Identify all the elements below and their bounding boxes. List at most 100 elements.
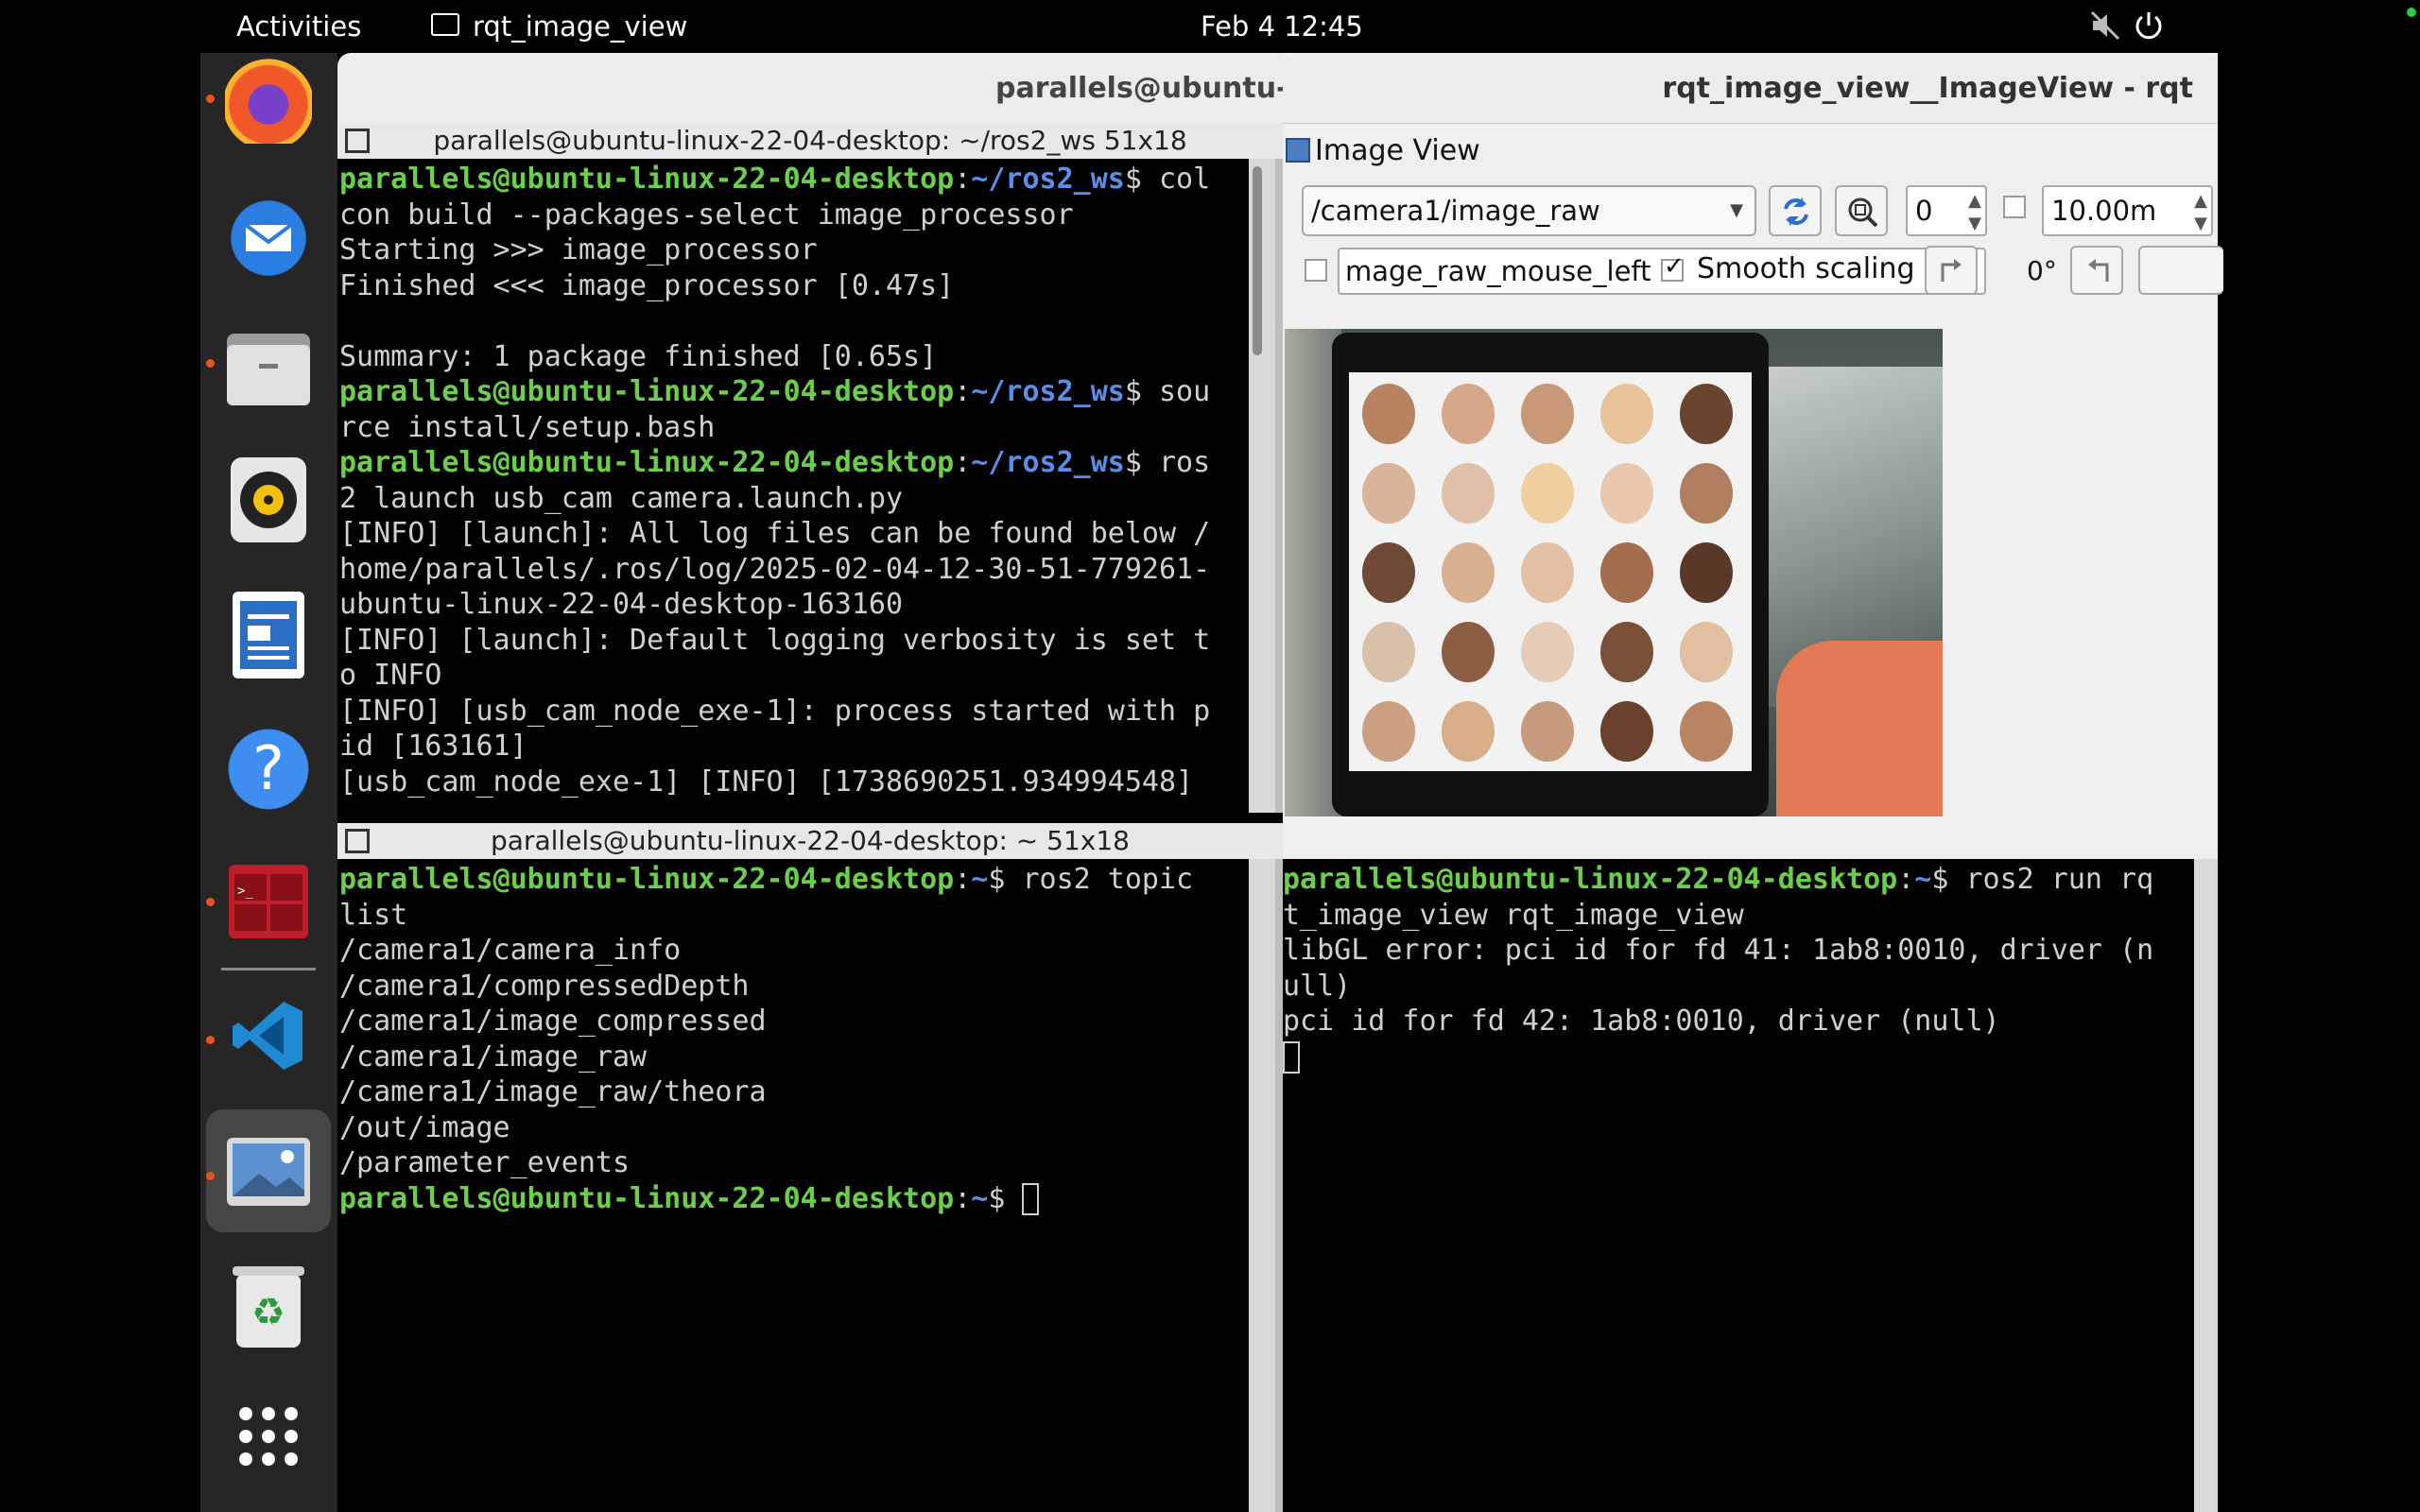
image-viewer-icon[interactable] <box>225 1128 312 1215</box>
mouse-topic-value: mage_raw_mouse_left <box>1345 255 1651 287</box>
rotation-label: 0° <box>2027 255 2057 286</box>
running-indicator <box>206 94 215 103</box>
scrollbar-thumb[interactable] <box>1253 166 1262 355</box>
terminal-window-title: parallels@ubuntu-li <box>995 72 1308 105</box>
rqt-titlebar[interactable]: rqt_image_view__ImageView - rqt <box>1283 53 2218 124</box>
power-icon[interactable] <box>2133 9 2165 42</box>
dynamic-range-checkbox[interactable] <box>2003 196 2026 218</box>
terminal-icon[interactable]: >_ <box>225 858 312 945</box>
terminal-line: parallels@ubuntu-linux-22-04-desktop:~/r… <box>339 162 1249 198</box>
terminal-top-scrollbar[interactable] <box>1249 159 1275 813</box>
split-pane-icon[interactable] <box>345 829 370 853</box>
firefox-icon[interactable] <box>225 57 312 144</box>
terminal-line: ull) <box>1283 969 2192 1005</box>
publish-click-checkbox[interactable] <box>1305 259 1327 282</box>
line-text: $ sou <box>1124 375 1211 408</box>
terminal-bottom-scrollbar[interactable] <box>1249 859 1275 1512</box>
topic-select[interactable]: /camera1/image_raw ▼ <box>1302 185 1756 236</box>
volume-muted-icon[interactable] <box>2089 9 2121 42</box>
help-icon[interactable]: ? <box>225 726 312 813</box>
terminal-line: list <box>339 898 1249 934</box>
line-text: /parameter_events <box>339 1146 631 1179</box>
terminal-line: [INFO] [usb_cam_node_exe-1]: process sta… <box>339 694 1249 730</box>
prompt-path: ~/ros2_ws <box>971 375 1125 408</box>
line-text: ull) <box>1283 969 1352 1003</box>
line-text: $ col <box>1124 163 1211 196</box>
terminal-line: rce install/setup.bash <box>339 410 1249 446</box>
line-text: con build --packages-select image_proces… <box>339 198 1074 232</box>
prompt-separator: : <box>954 1181 972 1215</box>
spin-box-value: 0 <box>1915 195 1933 227</box>
thunderbird-icon[interactable] <box>225 195 312 282</box>
terminal-bottom-tab[interactable]: parallels@ubuntu-linux-22-04-desktop: ~ … <box>337 823 1283 859</box>
rqt-window-title: rqt_image_view__ImageView - rqt <box>1662 72 2193 105</box>
app-menu[interactable]: rqt_image_view <box>473 10 687 43</box>
spin-down-icon[interactable]: ▼ <box>2194 200 2207 234</box>
prompt-path: ~ <box>1914 863 1932 896</box>
smooth-scaling-checkbox[interactable]: ✓ <box>1661 252 1685 282</box>
refresh-topics-button[interactable] <box>1769 185 1822 236</box>
line-text: /camera1/camera_info <box>339 934 682 967</box>
terminal-line: /camera1/image_compressed <box>339 1004 1249 1040</box>
activities-button[interactable]: Activities <box>236 10 361 43</box>
line-text: $ ros <box>1124 446 1211 479</box>
files-icon[interactable] <box>225 325 312 412</box>
line-text: [INFO] [usb_cam_node_exe-1]: process sta… <box>339 694 1211 728</box>
checkmark-icon: ✓ <box>1664 252 1685 281</box>
line-text: $ ros2 run rq <box>1931 863 2154 896</box>
terminal-right-scrollbar[interactable] <box>2194 859 2218 1512</box>
line-text: home/parallels/.ros/log/2025-02-04-12-30… <box>339 552 1211 586</box>
terminal-bottom-output[interactable]: parallels@ubuntu-linux-22-04-desktop:~$ … <box>339 862 1249 1512</box>
terminal-line: /camera1/image_raw <box>339 1040 1249 1075</box>
topic-select-value: /camera1/image_raw <box>1311 195 1600 227</box>
terminal-line: con build --packages-select image_proces… <box>339 198 1249 233</box>
line-text: $ ros2 topic <box>988 863 1194 896</box>
terminal-right-output[interactable]: parallels@ubuntu-linux-22-04-desktop:~$ … <box>1283 862 2192 1512</box>
terminal-line: o INFO <box>339 658 1249 694</box>
spin-box[interactable]: 0 ▲ ▼ <box>1906 185 1987 236</box>
vscode-icon[interactable] <box>225 992 312 1079</box>
terminal-line: t_image_view rqt_image_view <box>1283 898 2192 934</box>
writer-icon[interactable] <box>233 592 304 679</box>
line-text: Summary: 1 package finished [0.65s] <box>339 339 938 373</box>
line-text: Finished <<< image_processor [0.47s] <box>339 268 955 302</box>
max-range-spinbox[interactable]: 10.00m ▲ ▼ <box>2042 185 2213 236</box>
line-text: /camera1/image_compressed <box>339 1005 767 1038</box>
terminal-line: parallels@ubuntu-linux-22-04-desktop:~/r… <box>339 374 1249 410</box>
prompt-separator: : <box>954 863 972 896</box>
prompt-user: parallels@ubuntu-linux-22-04-desktop <box>339 163 955 196</box>
terminal-line: ubuntu-linux-22-04-desktop-163160 <box>339 587 1249 623</box>
terminal-cursor <box>1022 1183 1040 1215</box>
terminal-window-titlebar[interactable]: parallels@ubuntu-li <box>337 53 1307 123</box>
camera-image[interactable] <box>1285 329 1943 816</box>
rotate-left-icon <box>1941 259 1962 282</box>
terminal-line: parallels@ubuntu-linux-22-04-desktop:~$ … <box>339 862 1249 898</box>
split-pane-icon[interactable] <box>345 129 370 153</box>
terminal-line <box>1283 1040 2192 1075</box>
line-text: t_image_view rqt_image_view <box>1283 898 1744 932</box>
prompt-user: parallels@ubuntu-linux-22-04-desktop <box>339 446 955 479</box>
terminal-line: Finished <<< image_processor [0.47s] <box>339 268 1249 304</box>
zoom-fit-button[interactable] <box>1835 185 1888 236</box>
prompt-user: parallels@ubuntu-linux-22-04-desktop <box>339 863 955 896</box>
trash-icon[interactable]: ♻ <box>225 1263 312 1349</box>
line-text: Starting >>> image_processor <box>339 233 818 266</box>
save-image-button[interactable] <box>2138 246 2223 295</box>
rotate-right-button[interactable] <box>2070 246 2123 295</box>
rotate-left-button[interactable] <box>1925 246 1978 295</box>
terminal-line: /camera1/camera_info <box>339 933 1249 969</box>
terminal-line: [usb_cam_node_exe-1] [INFO] [1738690251.… <box>339 765 1249 800</box>
line-text: 2 launch usb_cam camera.launch.py <box>339 481 904 515</box>
terminal-bottom-tab-title: parallels@ubuntu-linux-22-04-desktop: ~ … <box>491 825 1130 856</box>
spin-down-icon[interactable]: ▼ <box>1968 200 1981 234</box>
line-text: [INFO] [launch]: All log files can be fo… <box>339 517 1211 550</box>
rhythmbox-icon[interactable] <box>231 457 306 542</box>
terminal-top-tab[interactable]: parallels@ubuntu-linux-22-04-desktop: ~/… <box>337 123 1283 159</box>
running-indicator <box>206 1172 215 1180</box>
show-apps-icon[interactable] <box>225 1393 312 1480</box>
prompt-user: parallels@ubuntu-linux-22-04-desktop <box>339 375 955 408</box>
terminal-top-output[interactable]: parallels@ubuntu-linux-22-04-desktop:~/r… <box>339 162 1249 813</box>
zoom-icon <box>1848 198 1878 228</box>
clock[interactable]: Feb 4 12:45 <box>1201 10 1363 43</box>
